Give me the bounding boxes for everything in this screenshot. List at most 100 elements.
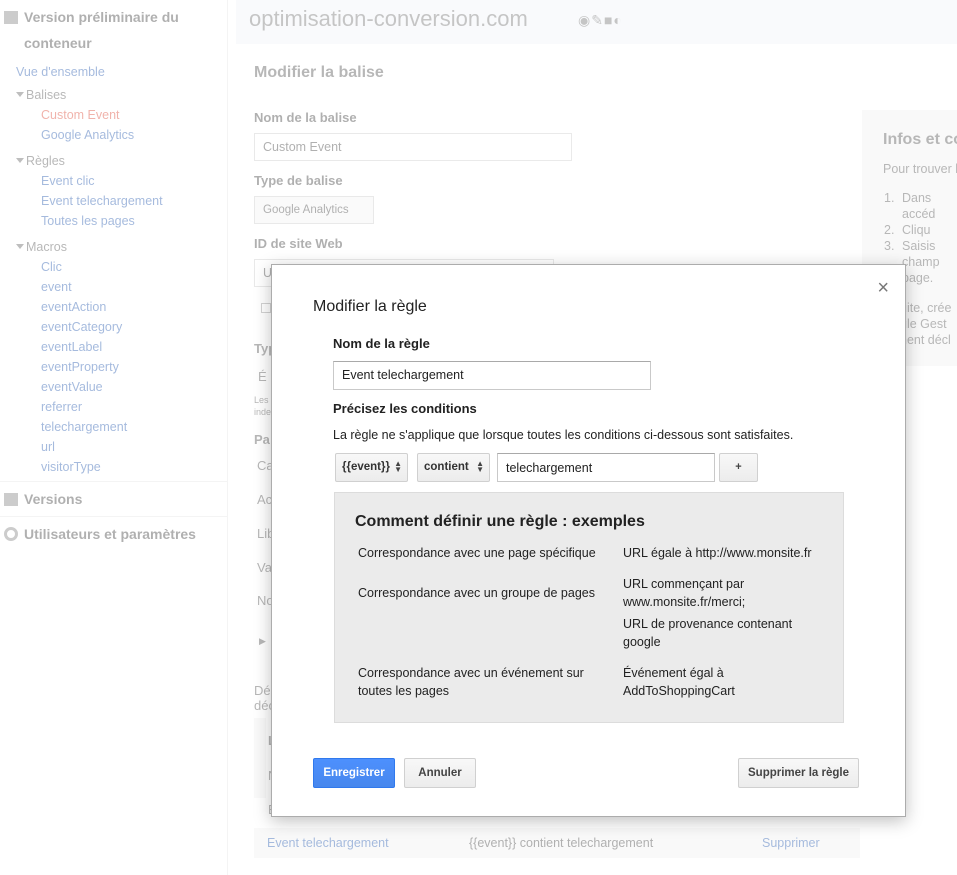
site-id-label: ID de site Web xyxy=(254,236,343,251)
sidebar-item-event-clic[interactable]: Event clic xyxy=(0,171,227,191)
rule-condition: {{event}} contient telechargement xyxy=(469,836,654,850)
gear-icon xyxy=(4,527,18,541)
checkbox[interactable] xyxy=(261,303,271,313)
fragment-text: Les xyxy=(254,395,269,405)
example-rule: Événement égal à AddToShoppingCart xyxy=(623,666,735,698)
sidebar-item-macro[interactable]: eventCategory xyxy=(0,317,227,337)
examples-box: Comment définir une règle : exemples Cor… xyxy=(334,492,844,723)
expand-triangle-icon xyxy=(16,158,24,163)
edit-pencil-icon[interactable]: ✎ xyxy=(591,12,604,28)
example-case: Correspondance avec un événement sur tou… xyxy=(358,666,584,698)
step-number: 3. xyxy=(884,239,895,253)
sidebar-item-macro[interactable]: eventLabel xyxy=(0,337,227,357)
collapse-triangle-icon[interactable]: ▶ xyxy=(259,636,266,647)
sidebar-item-macro[interactable]: referrer xyxy=(0,397,227,417)
sidebar-item-macro[interactable]: visitorType xyxy=(0,457,227,477)
page-title: Modifier la balise xyxy=(254,64,384,81)
sidebar-item-event-telechargement[interactable]: Event telechargement xyxy=(0,191,227,211)
examples-title: Comment définir une règle : exemples xyxy=(355,513,645,530)
sidebar-item-users-settings[interactable]: Utilisateurs et paramètres xyxy=(0,517,227,547)
tag-type-label: Type de balise xyxy=(254,173,343,188)
save-button[interactable]: Enregistrer xyxy=(313,758,395,788)
edit-rule-dialog: Modifier la règle × Nom de la règle Even… xyxy=(271,264,906,817)
sidebar-item-macro[interactable]: eventValue xyxy=(0,377,227,397)
conditions-description: La règle ne s'applique que lorsque toute… xyxy=(333,428,794,442)
sidebar-item-versions[interactable]: Versions xyxy=(0,482,227,512)
rule-name-input[interactable]: Event telechargement xyxy=(333,361,651,390)
step-text: champ xyxy=(902,255,940,269)
step-text: accéd xyxy=(902,207,936,221)
fragment-text: Dé xyxy=(254,683,271,698)
step-text: Dans xyxy=(902,191,932,205)
step-number: 1. xyxy=(884,191,895,205)
select-arrows-icon: ▲ ▼ xyxy=(476,459,484,474)
container-icon xyxy=(4,11,18,24)
condition-variable-value: {{event}} xyxy=(342,461,390,473)
cancel-button[interactable]: Annuler xyxy=(404,758,476,788)
sidebar: Version préliminaire du conteneur Vue d'… xyxy=(0,0,228,875)
top-bar: optimisation-conversion.com ◉✎■◐ xyxy=(236,0,957,44)
condition-variable-select[interactable]: {{event}} ▲ ▼ xyxy=(335,453,408,482)
sidebar-container-label: Version préliminaire du conteneur xyxy=(24,9,179,51)
info-title: Infos et co xyxy=(883,131,957,148)
tag-type-select[interactable]: Google Analytics xyxy=(254,196,374,224)
fragment-text: inde xyxy=(254,407,272,417)
tag-name-input[interactable]: Custom Event xyxy=(254,133,572,161)
info-text: nent décl xyxy=(900,333,951,347)
example-rule: URL de provenance contenant google xyxy=(623,617,793,649)
sidebar-item-overview[interactable]: Vue d'ensemble xyxy=(0,62,227,82)
sidebar-item-macro[interactable]: Clic xyxy=(0,257,227,277)
sidebar-container-draft[interactable]: Version préliminaire du conteneur xyxy=(0,0,227,56)
info-text: uite, crée xyxy=(900,301,952,315)
site-title: optimisation-conversion.com xyxy=(249,6,528,31)
fragment-text: Va xyxy=(257,560,272,575)
container-tools[interactable]: ◉✎■◐ xyxy=(578,12,623,29)
condition-operator-select[interactable]: contient ▲ ▼ xyxy=(417,453,490,482)
info-steps: 1. Dans accéd 2. Cliqu 3. Saisis champ page… xyxy=(884,190,940,286)
fragment-text: Ac xyxy=(257,492,273,507)
versions-icon xyxy=(4,493,18,506)
share-icon[interactable]: ◐ xyxy=(613,12,622,28)
example-rule: URL commençant par www.monsite.fr/merci; xyxy=(623,577,746,609)
delete-rule-link[interactable]: Supprimer xyxy=(762,836,820,850)
sidebar-item-macro[interactable]: event xyxy=(0,277,227,297)
fragment-label: Pa xyxy=(254,432,270,447)
sidebar-item-custom-event[interactable]: Custom Event xyxy=(0,105,227,125)
step-text: page. xyxy=(902,271,934,285)
table-edge xyxy=(254,718,266,798)
example-case: Correspondance avec un groupe de pages xyxy=(358,586,595,600)
sidebar-item-macro[interactable]: telechargement xyxy=(0,417,227,437)
sidebar-item-google-analytics[interactable]: Google Analytics xyxy=(0,125,227,145)
conditions-label: Précisez les conditions xyxy=(333,401,477,416)
dialog-title: Modifier la règle xyxy=(313,298,427,315)
delete-rule-button[interactable]: Supprimer la règle xyxy=(738,758,859,788)
info-text: gle Gest xyxy=(900,317,947,331)
rule-name-link[interactable]: Event telechargement xyxy=(267,836,389,850)
sidebar-item-macro[interactable]: eventProperty xyxy=(0,357,227,377)
table-row: Event telechargement {{event}} contient … xyxy=(254,828,860,858)
expand-triangle-icon xyxy=(16,92,24,97)
example-rule: URL égale à http://www.monsite.fr xyxy=(623,546,812,560)
add-condition-button[interactable]: + xyxy=(719,453,758,482)
step-number: 2. xyxy=(884,223,895,237)
fragment-text: É xyxy=(258,369,267,384)
rule-name-label: Nom de la règle xyxy=(333,336,430,351)
condition-operator-value: contient xyxy=(424,461,469,473)
example-case: Correspondance avec une page spécifique xyxy=(358,546,596,560)
sidebar-section-macros[interactable]: Macros xyxy=(0,237,227,257)
trash-icon[interactable]: ■ xyxy=(604,12,613,28)
sidebar-item-macro[interactable]: eventAction xyxy=(0,297,227,317)
info-tail: uite, crée gle Gest nent décl xyxy=(900,300,951,348)
sidebar-item-toutes-les-pages[interactable]: Toutes les pages xyxy=(0,211,227,231)
info-intro: Pour trouver l xyxy=(883,162,957,176)
step-text: Saisis xyxy=(902,239,936,253)
sidebar-item-macro[interactable]: url xyxy=(0,437,227,457)
sidebar-section-regles[interactable]: Règles xyxy=(0,151,227,171)
sidebar-section-balises[interactable]: Balises xyxy=(0,85,227,105)
preview-eye-icon[interactable]: ◉ xyxy=(578,12,591,28)
select-arrows-icon: ▲ ▼ xyxy=(394,459,402,474)
tag-name-label: Nom de la balise xyxy=(254,110,357,125)
expand-triangle-icon xyxy=(16,244,24,249)
condition-value-input[interactable]: telechargement xyxy=(497,453,715,482)
close-icon[interactable]: × xyxy=(877,278,889,298)
